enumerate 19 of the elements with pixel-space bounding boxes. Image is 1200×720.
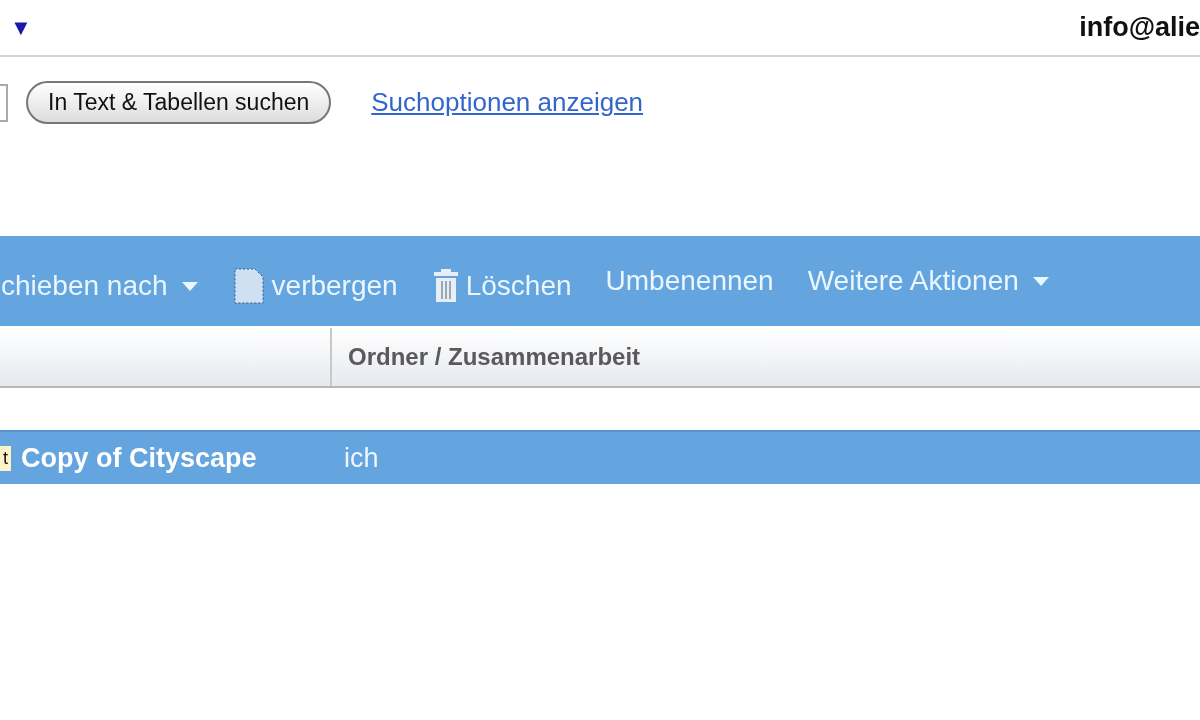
document-name[interactable]: Copy of Cityscape [21,442,257,474]
column-header[interactable]: Ordner / Zusammenarbeit [332,328,641,386]
toolbar-button[interactable]: Löschen [431,268,572,304]
caret-icon [1032,276,1049,286]
table-cell-text: ich [343,442,379,474]
tag-label: t [0,445,11,471]
toolbar-button[interactable]: verbergen [231,266,398,306]
toolbar-button[interactable]: Weitere Aktionen [807,265,1049,297]
table-row[interactable]: t Copy of Cityscape ich [0,430,1200,484]
toolbar-button[interactable]: chieben nach [1,270,198,302]
search-button[interactable]: In Text & Tabellen suchen [26,81,332,124]
account-email: info@alie [1079,12,1200,43]
search-options-link[interactable]: Suchoptionen anzeigen [371,87,644,118]
trash-icon [431,268,460,304]
dropdown-caret[interactable]: ▼ [10,14,32,41]
page-icon [231,266,266,306]
toolbar-button[interactable]: Umbenennen [605,265,774,297]
search-field[interactable] [0,83,8,122]
caret-icon [181,281,198,291]
